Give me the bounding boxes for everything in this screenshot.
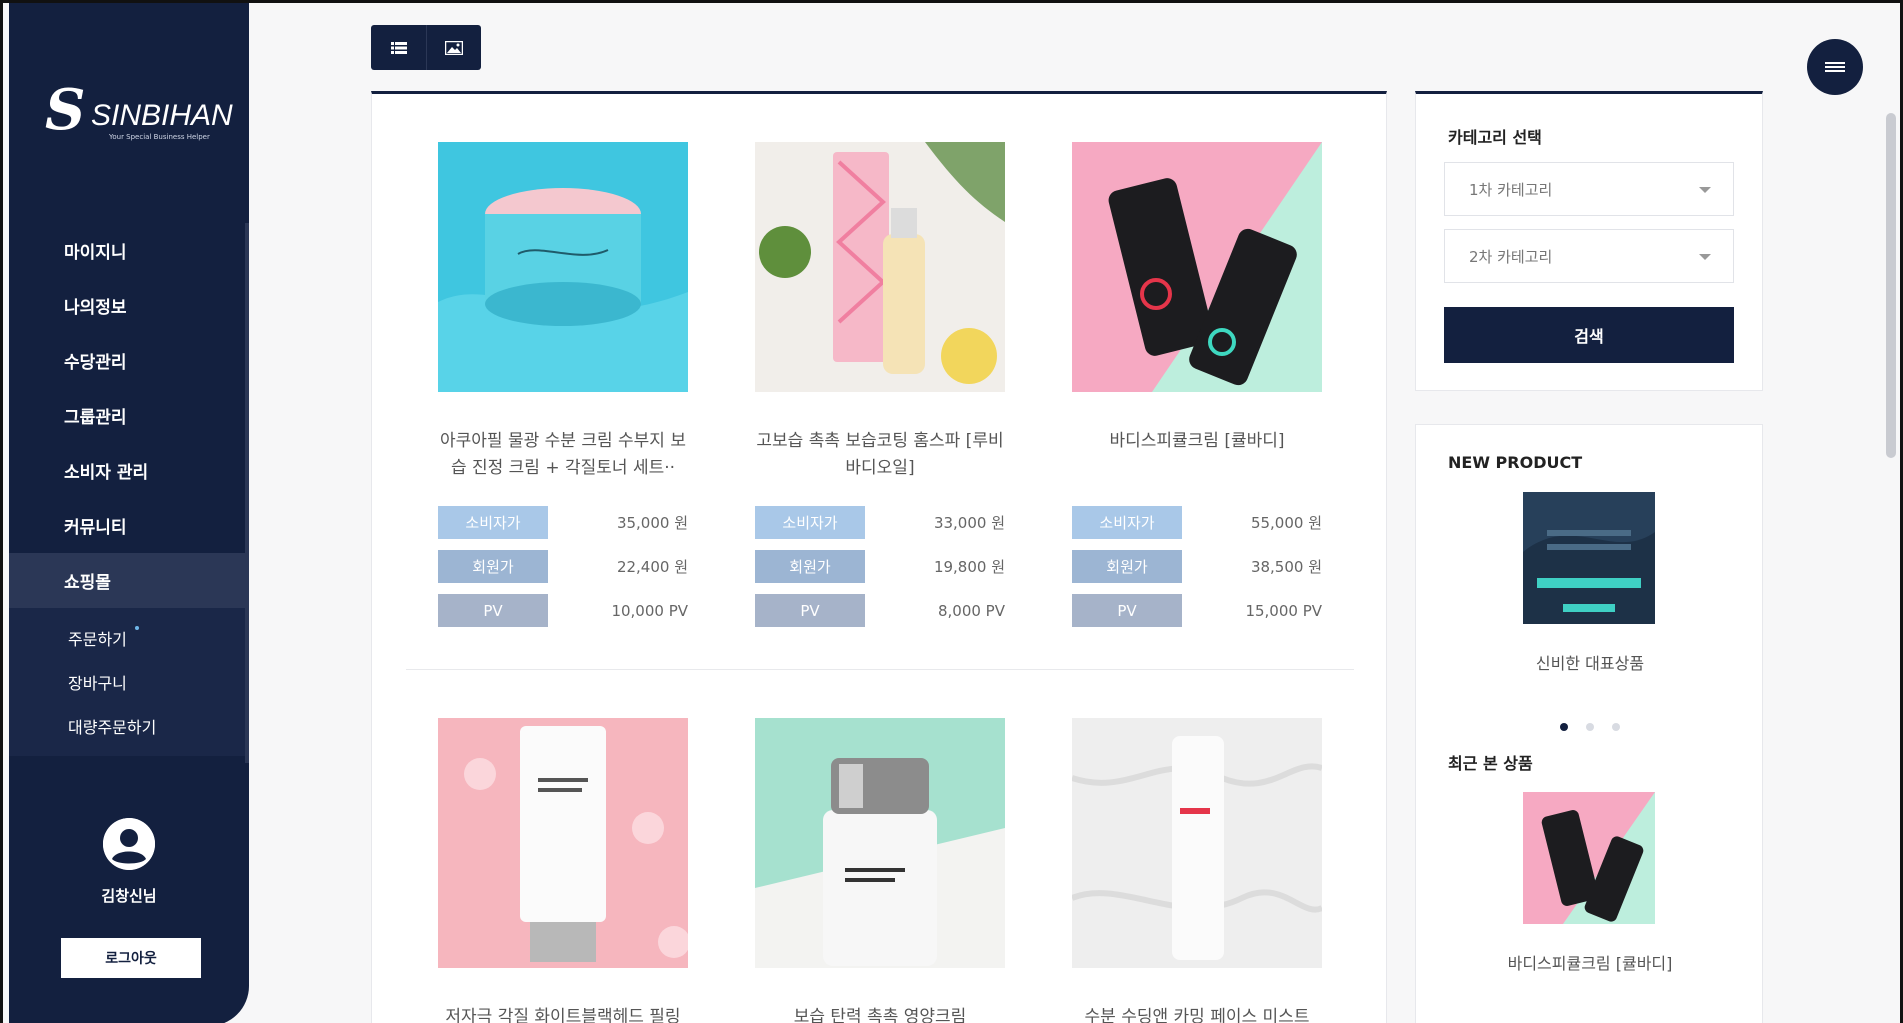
subnav-item-order-label: 주문하기 (68, 630, 127, 649)
sidebar-item-shop[interactable]: 쇼핑몰 (9, 553, 249, 608)
consumer-price-badge: 소비자가 (438, 506, 548, 539)
hamburger-icon (1825, 60, 1845, 74)
subnav-item-cart[interactable]: 장바구니 (9, 660, 249, 704)
recent-products-title: 최근 본 상품 (1448, 754, 1533, 773)
recent-product-name[interactable]: 바디스피큘크림 [큘바디] (1416, 950, 1764, 974)
sidebar-item-my-info[interactable]: 나의정보 (9, 278, 249, 333)
product-grid: 아쿠아필 물광 수분 크림 수부지 보습 진정 크림 + 각질토너 세트·· 소… (371, 91, 1387, 1023)
category-title: 카테고리 선택 (1448, 128, 1542, 147)
product-name[interactable]: 고보습 촉촉 보습코팅 홈스파 [루비바디오일] (755, 428, 1005, 482)
sidebar-item-group[interactable]: 그룹관리 (9, 388, 249, 443)
sidebar-item-myjini[interactable]: 마이지니 (9, 223, 249, 278)
new-product-title: NEW PRODUCT (1448, 453, 1583, 472)
carousel-dots (1416, 723, 1764, 731)
product-card[interactable]: 수분 수딩앤 카밍 페이스 미스트 (1072, 718, 1322, 1023)
subnav-item-bulk-order[interactable]: 대량주문하기 (9, 704, 249, 748)
member-price-badge: 회원가 (1072, 550, 1182, 583)
new-indicator-dot (135, 626, 139, 630)
app-frame: S SINBIHAN Your Special Business Helper … (0, 0, 1903, 1023)
carousel-dot[interactable] (1586, 723, 1594, 731)
pv-value: 10,000 PV (611, 601, 688, 620)
first-category-placeholder: 1차 카테고리 (1469, 180, 1553, 199)
page-scrollbar[interactable] (1886, 113, 1896, 458)
brand-logo[interactable]: S SINBIHAN Your Special Business Helper (45, 77, 233, 147)
product-card[interactable]: 아쿠아필 물광 수분 크림 수부지 보습 진정 크림 + 각질토너 세트·· 소… (438, 142, 688, 627)
product-name[interactable]: 저자극 각질 화이트블랙헤드 필링 (438, 1004, 688, 1023)
chevron-down-icon (1699, 254, 1711, 260)
first-category-select[interactable]: 1차 카테고리 (1444, 162, 1734, 216)
consumer-price-badge: 소비자가 (755, 506, 865, 539)
logout-button[interactable]: 로그아웃 (61, 938, 201, 978)
category-filter-panel: 카테고리 선택 1차 카테고리 2차 카테고리 검색 (1415, 91, 1763, 391)
chevron-down-icon (1699, 187, 1711, 193)
pv-value: 15,000 PV (1245, 601, 1322, 620)
member-price: 38,500 원 (1250, 558, 1322, 576)
new-product-panel: NEW PRODUCT 신비한 대표상품 최근 본 상품 바디스피큘크림 [큘바… (1415, 424, 1763, 1023)
product-name[interactable]: 바디스피큘크림 [큘바디] (1072, 428, 1322, 482)
new-product-name[interactable]: 신비한 대표상품 (1416, 650, 1764, 674)
sidebar-item-allowance[interactable]: 수당관리 (9, 333, 249, 388)
product-image[interactable] (438, 142, 688, 392)
row-divider (406, 669, 1354, 670)
product-card[interactable]: 바디스피큘크림 [큘바디] 소비자가 55,000 원 회원가 38,500 원 P… (1072, 142, 1322, 627)
sidebar-item-consumer[interactable]: 소비자 관리 (9, 443, 249, 498)
logo-wordmark: SINBIHAN (91, 99, 233, 132)
product-card[interactable]: 저자극 각질 화이트블랙헤드 필링 (438, 718, 688, 1023)
product-image[interactable] (755, 718, 1005, 968)
product-image[interactable] (755, 142, 1005, 392)
menu-button[interactable] (1807, 39, 1863, 95)
carousel-dot[interactable] (1560, 723, 1568, 731)
pv-badge: PV (1072, 594, 1182, 627)
product-name[interactable]: 보습 탄력 촉촉 영양크림 (755, 1004, 1005, 1023)
consumer-price-badge: 소비자가 (1072, 506, 1182, 539)
member-price-badge: 회원가 (438, 550, 548, 583)
product-image[interactable] (1072, 142, 1322, 392)
sidebar-item-community[interactable]: 커뮤니티 (9, 498, 249, 553)
subnav-item-order[interactable]: 주문하기 (9, 616, 249, 660)
product-name[interactable]: 수분 수딩앤 카밍 페이스 미스트 (1072, 1004, 1322, 1023)
member-price: 22,400 원 (616, 558, 688, 576)
member-price: 19,800 원 (933, 558, 1005, 576)
product-name[interactable]: 아쿠아필 물광 수분 크림 수부지 보습 진정 크림 + 각질토너 세트·· (438, 428, 688, 482)
pv-badge: PV (438, 594, 548, 627)
logo-mark: S (45, 77, 86, 143)
pv-badge: PV (755, 594, 865, 627)
logo-tagline: Your Special Business Helper (109, 133, 210, 141)
user-icon (103, 818, 155, 870)
avatar[interactable] (103, 818, 155, 870)
second-category-select[interactable]: 2차 카테고리 (1444, 229, 1734, 283)
product-image[interactable] (438, 718, 688, 968)
search-button[interactable]: 검색 (1444, 307, 1734, 363)
consumer-price: 35,000 원 (616, 514, 688, 532)
second-category-placeholder: 2차 카테고리 (1469, 247, 1553, 266)
member-price-badge: 회원가 (755, 550, 865, 583)
user-name: 김창신님 (101, 887, 157, 905)
image-view-button[interactable] (426, 25, 481, 70)
recent-product-image[interactable] (1523, 792, 1655, 924)
pv-value: 8,000 PV (937, 601, 1005, 620)
image-icon (445, 40, 463, 55)
new-product-image[interactable] (1523, 492, 1655, 624)
carousel-dot[interactable] (1612, 723, 1620, 731)
list-icon (390, 41, 407, 54)
sidebar: S SINBIHAN Your Special Business Helper … (9, 3, 249, 1023)
shop-subnav: 주문하기 장바구니 대량주문하기 (9, 608, 249, 756)
consumer-price: 33,000 원 (933, 514, 1005, 532)
product-card[interactable]: 보습 탄력 촉촉 영양크림 (755, 718, 1005, 1023)
product-card[interactable]: 고보습 촉촉 보습코팅 홈스파 [루비바디오일] 소비자가 33,000 원 회원… (755, 142, 1005, 627)
product-image[interactable] (1072, 718, 1322, 968)
sidebar-nav: 마이지니 나의정보 수당관리 그룹관리 소비자 관리 커뮤니티 쇼핑몰 주문하기… (9, 223, 249, 756)
list-view-button[interactable] (371, 25, 426, 70)
view-toggle (371, 25, 481, 70)
consumer-price: 55,000 원 (1250, 514, 1322, 532)
sidebar-scrollbar[interactable] (245, 223, 249, 763)
